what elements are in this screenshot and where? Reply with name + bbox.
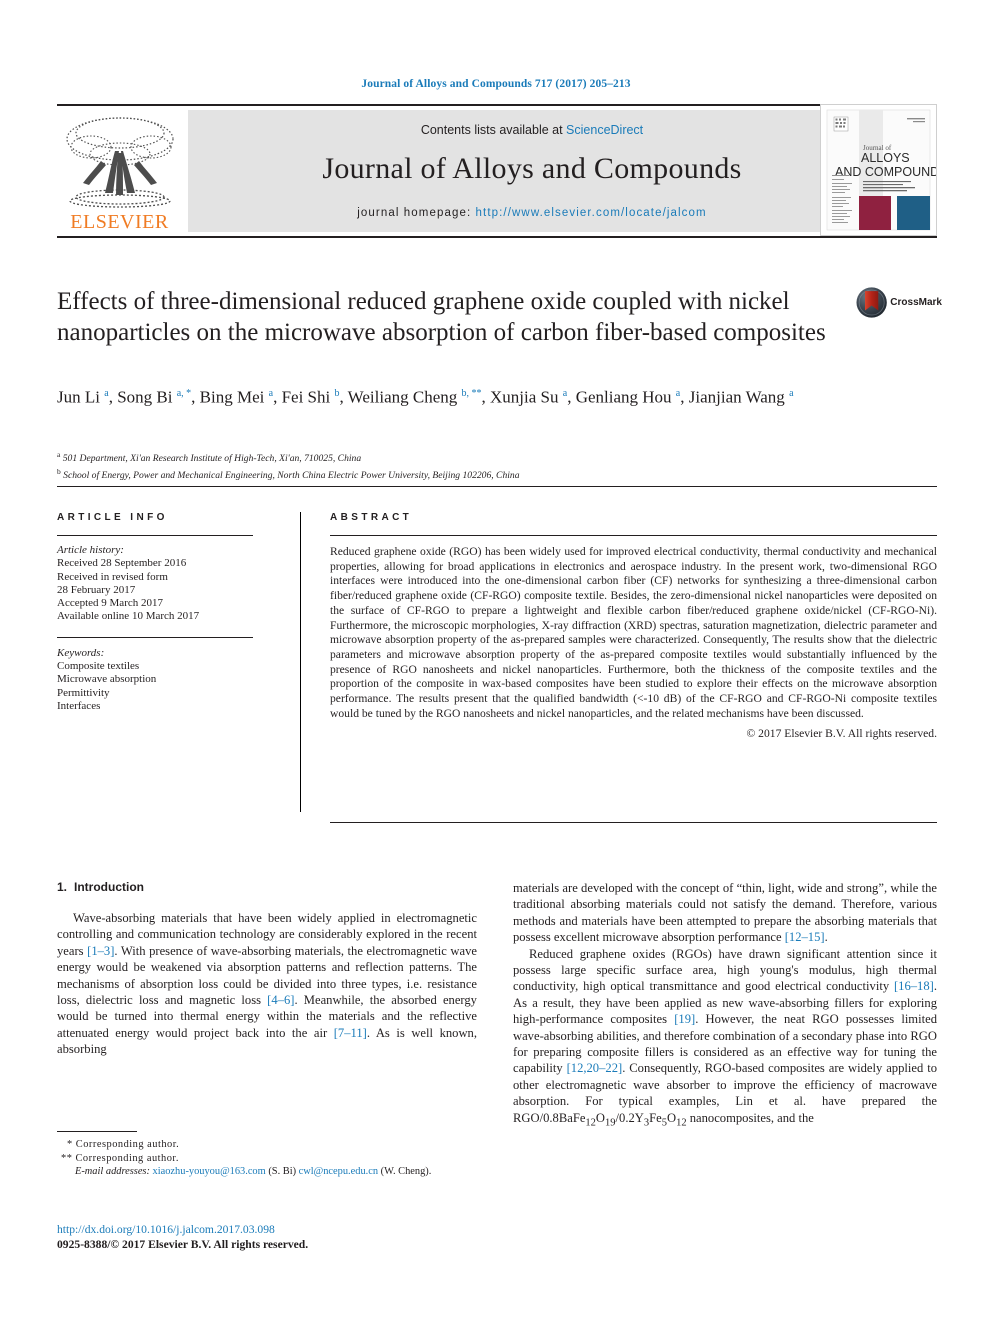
history-line-0: Received 28 September 2016: [57, 557, 187, 570]
journal-cover-thumbnail: Journal of ALLOYS AND COMPOUNDS: [820, 104, 937, 236]
email-link-2[interactable]: cwl@ncepu.edu.cn: [299, 1166, 378, 1177]
article-info-heading: ARTICLE INFO: [57, 512, 168, 523]
keyword-2: Permittivity: [57, 686, 110, 699]
info-abstract-divider: [300, 512, 301, 812]
masthead-band: Contents lists available at ScienceDirec…: [188, 110, 876, 232]
article-info-section: ARTICLE INFO Article history: Received 2…: [57, 512, 253, 713]
abstract-rule: [330, 535, 937, 536]
keyword-3: Interfaces: [57, 699, 101, 712]
elsevier-logo: ELSEVIER: [57, 110, 182, 232]
footnote-rule: [57, 1131, 137, 1132]
doi-link[interactable]: http://dx.doi.org/10.1016/j.jalcom.2017.…: [57, 1222, 477, 1237]
footnote-corresponding-2: ** Corresponding author.: [57, 1152, 477, 1166]
issn-copyright-line: 0925-8388/© 2017 Elsevier B.V. All right…: [57, 1238, 309, 1251]
affiliation-b-mark: b: [57, 467, 61, 477]
keyword-1: Microwave absorption: [57, 673, 157, 686]
email-link-1[interactable]: xiaozhu-youyou@163.com: [153, 1166, 266, 1177]
section-number: 1.: [57, 880, 68, 894]
body-column-left: 1. Introduction Wave-absorbing materials …: [57, 880, 477, 1058]
contents-lists-line: Contents lists available at ScienceDirec…: [188, 110, 876, 137]
affiliation-a-text: 501 Department, Xi'an Research Institute…: [62, 453, 362, 465]
affiliation-b: b School of Energy, Power and Mechanical…: [57, 465, 887, 482]
history-line-1: Received in revised form: [57, 570, 168, 583]
body-column-right: materials are developed with the concept…: [513, 880, 937, 1132]
paper-page: Journal of Alloys and Compounds 717 (201…: [0, 0, 992, 1323]
email-addresses-label: E-mail addresses:: [75, 1166, 150, 1178]
abstract-bottom-rule: [330, 822, 937, 823]
abstract-copyright: © 2017 Elsevier B.V. All rights reserved…: [746, 727, 937, 741]
crossmark-badge[interactable]: CrossMark: [856, 285, 942, 319]
intro-paragraph-right-1: materials are developed with the concept…: [513, 881, 937, 945]
footnote-block: * Corresponding author. ** Corresponding…: [57, 1131, 477, 1179]
keywords-label: Keywords:: [57, 646, 105, 659]
masthead-bottom-rule: [57, 236, 937, 238]
elsevier-wordmark: ELSEVIER: [70, 211, 169, 233]
journal-homepage-link[interactable]: http://www.elsevier.com/locate/jalcom: [476, 207, 707, 219]
history-line-4: Available online 10 March 2017: [57, 610, 200, 623]
crossmark-label: CrossMark: [890, 296, 942, 308]
svg-text:ALLOYS: ALLOYS: [861, 151, 910, 165]
corresponding-author-2: ** Corresponding author.: [61, 1152, 179, 1164]
email-owner-1: (S. Bi): [268, 1166, 297, 1178]
sciencedirect-link[interactable]: ScienceDirect: [566, 123, 643, 137]
footnote-emails: E-mail addresses: xiaozhu-youyou@163.com…: [57, 1165, 477, 1179]
masthead: ELSEVIER Contents lists available at Sci…: [57, 104, 937, 236]
abstract-text: Reduced graphene oxide (RGO) has been wi…: [330, 545, 937, 720]
article-history: Article history: Received 28 September 2…: [57, 544, 253, 624]
keywords-separator: [57, 636, 253, 638]
history-line-2: 28 February 2017: [57, 583, 136, 596]
journal-title: Journal of Alloys and Compounds: [322, 152, 742, 185]
keyword-0: Composite textiles: [57, 660, 140, 673]
corresponding-author-1: * Corresponding author.: [67, 1139, 180, 1150]
journal-homepage-line: journal homepage: http://www.elsevier.co…: [188, 207, 876, 219]
footnote-corresponding-1: * Corresponding author.: [57, 1138, 477, 1152]
abstract-section: ABSTRACT Reduced graphene oxide (RGO) ha…: [330, 512, 937, 740]
keywords-block: Keywords: Composite textiles Microwave a…: [57, 647, 253, 713]
page-title: Effects of three-dimensional reduced gra…: [57, 288, 826, 346]
affiliation-a-mark: a: [57, 450, 61, 459]
title-block-rule: [57, 486, 937, 487]
intro-paragraph-right-2: Reduced graphene oxides (RGOs) have draw…: [513, 946, 937, 1129]
section-heading-introduction: 1. Introduction: [57, 880, 477, 894]
elsevier-tree-icon: [65, 117, 174, 208]
contents-prefix: Contents lists available at: [420, 123, 567, 137]
section-title: Introduction: [74, 880, 144, 894]
doi-block: http://dx.doi.org/10.1016/j.jalcom.2017.…: [57, 1222, 477, 1252]
journal-cover-image: Journal of ALLOYS AND COMPOUNDS: [821, 105, 936, 235]
affiliation-list: a 501 Department, Xi'an Research Institu…: [57, 448, 887, 482]
abstract-heading: ABSTRACT: [330, 512, 413, 523]
homepage-prefix: journal homepage:: [357, 207, 476, 219]
article-history-label: Article history:: [57, 544, 124, 556]
affiliation-a: a 501 Department, Xi'an Research Institu…: [57, 448, 887, 465]
intro-paragraph-left: Wave-absorbing materials that have been …: [57, 911, 477, 1057]
email-owner-2: (W. Cheng).: [380, 1166, 432, 1178]
article-info-rule: [57, 535, 253, 536]
crossmark-icon: [856, 286, 887, 318]
affiliation-b-text: School of Energy, Power and Mechanical E…: [63, 470, 520, 482]
running-head: Journal of Alloys and Compounds 717 (201…: [361, 78, 631, 90]
author-list: Jun Li a, Song Bi a, *, Bing Mei a, Fei …: [57, 387, 794, 407]
svg-text:AND COMPOUNDS: AND COMPOUNDS: [835, 165, 936, 179]
history-line-3: Accepted 9 March 2017: [57, 597, 163, 610]
